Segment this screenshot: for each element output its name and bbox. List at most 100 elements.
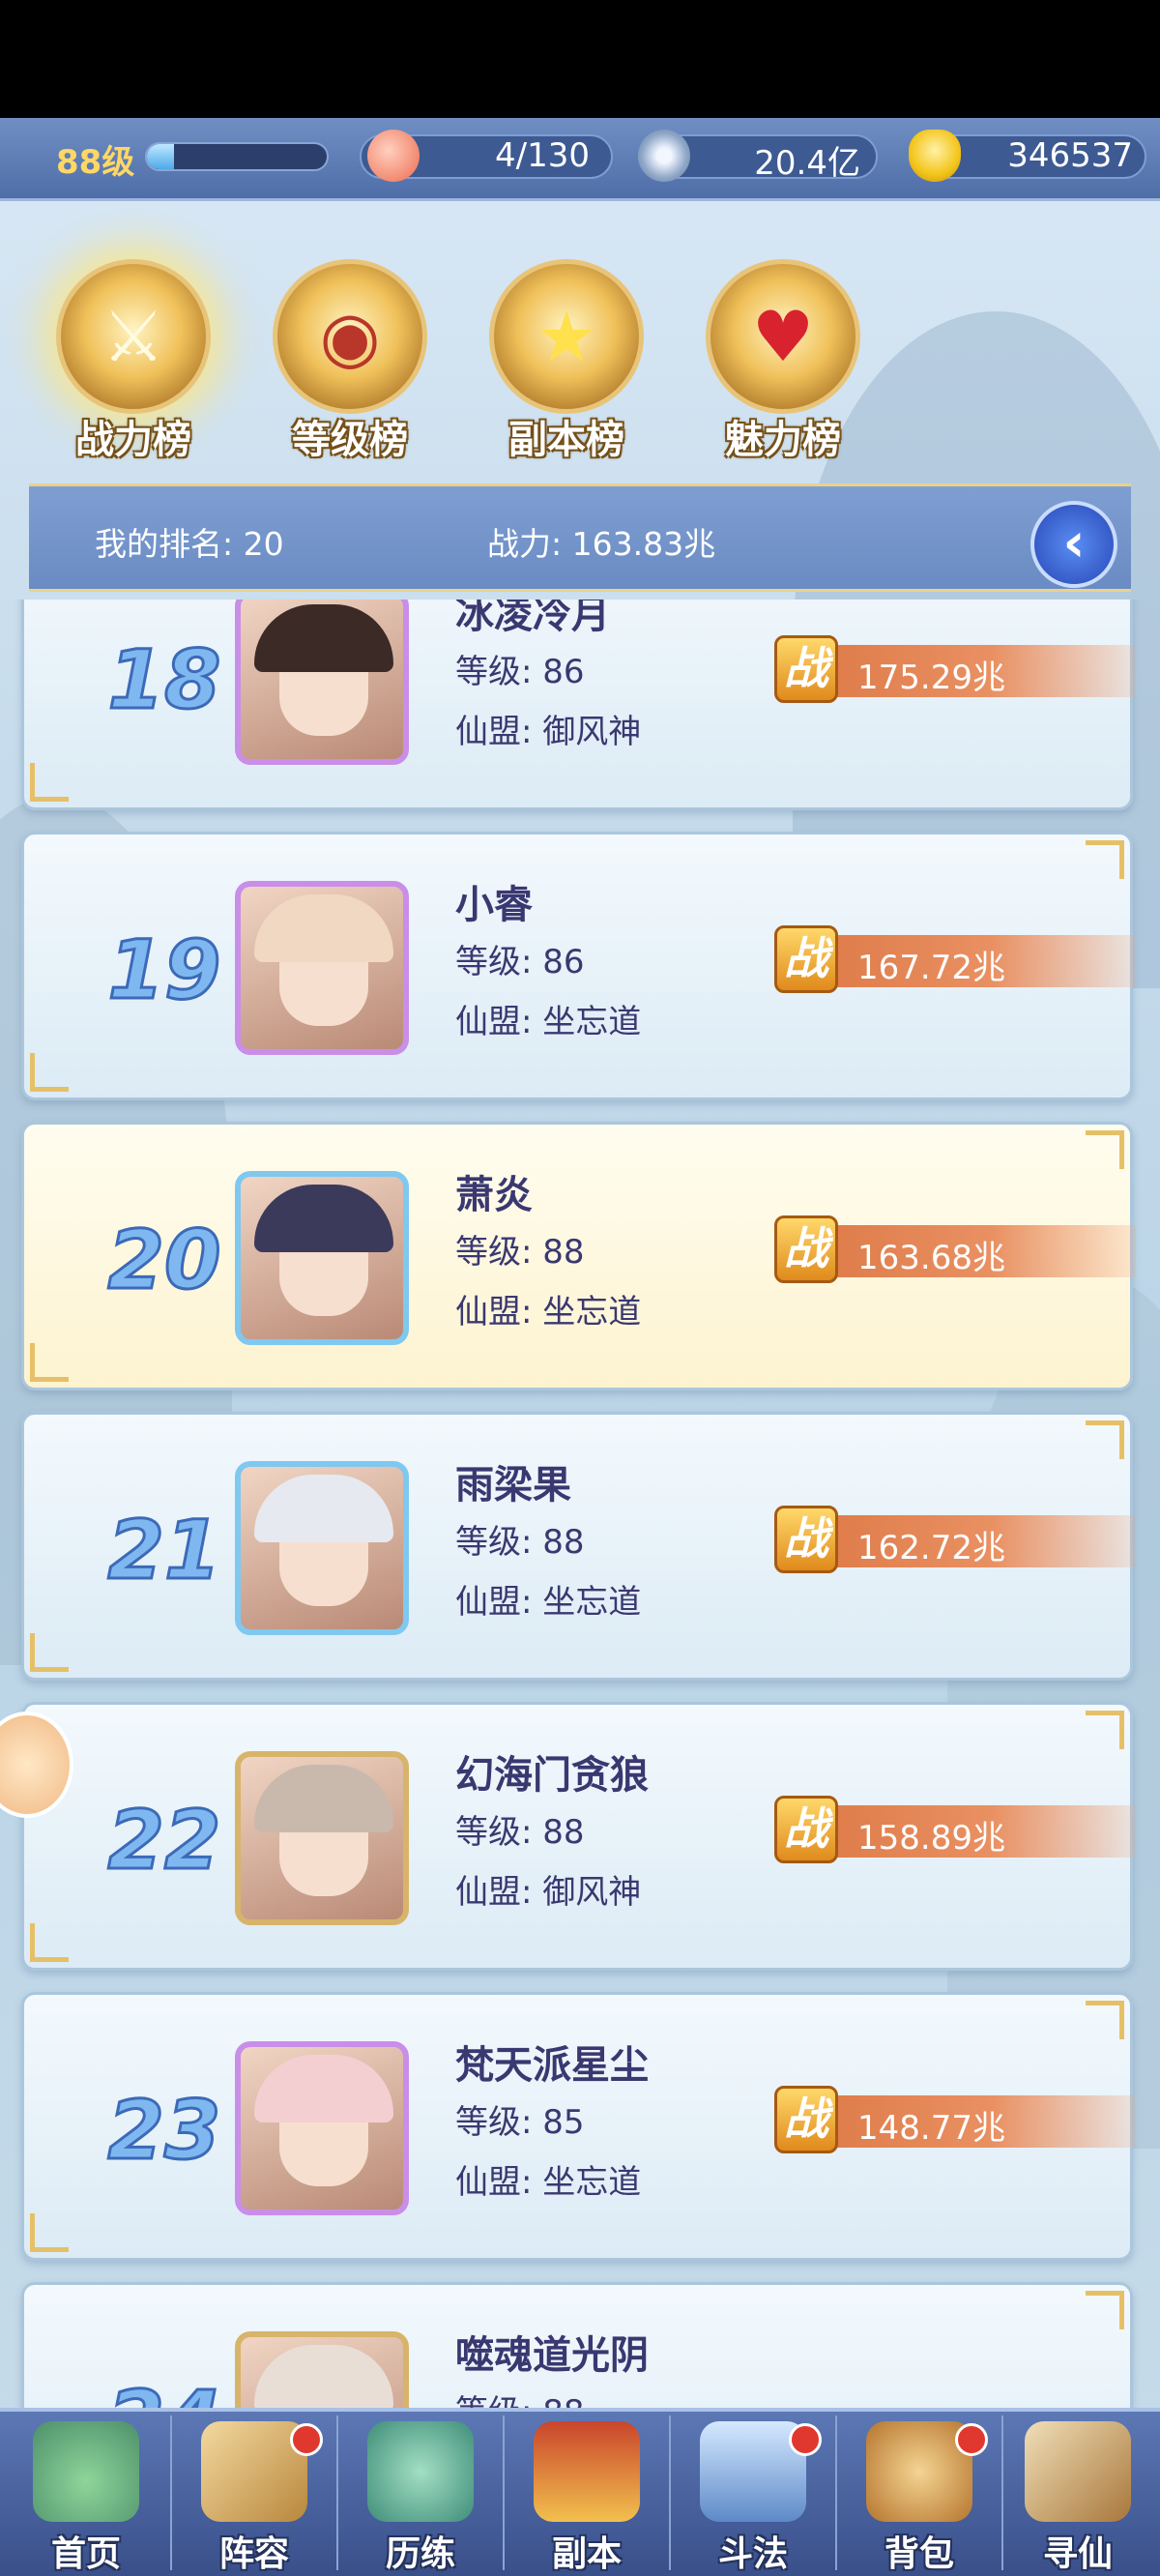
avatar-hair	[254, 894, 393, 962]
tab-power[interactable]: ⚔ 战力榜	[37, 242, 230, 462]
tab-label: 战力榜	[75, 418, 191, 462]
corner-ornament	[30, 1633, 69, 1672]
player-name: 梵天派星尘	[455, 2043, 649, 2088]
player-level: 等级: 86	[455, 943, 585, 981]
nav-label: 副本	[551, 2534, 622, 2574]
back-button[interactable]: ‹	[1030, 501, 1117, 588]
avatar-hair	[254, 1475, 393, 1542]
player-level: 等级: 86	[455, 653, 585, 691]
player-level: 等级: 88	[455, 2386, 585, 2408]
peach-icon	[367, 130, 420, 182]
corner-ornament	[30, 2213, 69, 2252]
player-guild: 仙盟: 御风神	[455, 713, 642, 751]
battle-icon: 战	[774, 2086, 838, 2153]
drum-glyph: ◉	[319, 296, 381, 377]
tab-charm[interactable]: ♥ 魅力榜	[686, 242, 880, 462]
sword-glyph: ⚔	[102, 296, 165, 377]
avatar	[235, 2041, 409, 2215]
avatar	[235, 881, 409, 1055]
nav-label: 寻仙	[1042, 2534, 1113, 2574]
nav-label: 斗法	[717, 2534, 788, 2574]
nav-dungeon[interactable]: 副本	[505, 2412, 669, 2576]
power-value: 148.77兆	[857, 2109, 1005, 2148]
player-level: 等级: 88	[455, 1233, 585, 1272]
leaderboard-tabs: ⚔ 战力榜 ◉ 等级榜 ★ 副本榜 ♥ 魅力榜	[0, 222, 1160, 462]
player-level: 等级: 85	[455, 2103, 585, 2142]
stamina-value: 4/130	[495, 136, 590, 175]
star-glyph: ★	[535, 296, 598, 377]
tab-label: 副本榜	[508, 418, 624, 462]
player-level: 等级: 88	[455, 1523, 585, 1562]
power-value: 167.72兆	[857, 949, 1005, 987]
xp-bar-fill	[147, 144, 174, 169]
list-item[interactable]: 19 小睿 等级: 86 仙盟: 坐忘道 战 167.72兆	[21, 832, 1136, 1100]
rank-number: 24	[82, 2372, 246, 2409]
player-guild: 仙盟: 坐忘道	[455, 1583, 642, 1622]
nav-lineup[interactable]: 阵容	[172, 2412, 336, 2576]
corner-ornament	[1086, 1420, 1124, 1459]
list-item[interactable]: 22 幻海门贪狼 等级: 88 仙盟: 御风神 战 158.89兆	[21, 1702, 1136, 1971]
avatar	[235, 1751, 409, 1925]
list-item[interactable]: 23 梵天派星尘 等级: 85 仙盟: 坐忘道 战 148.77兆	[21, 1992, 1136, 2261]
player-name: 冰凌冷月	[455, 600, 610, 637]
rank-number: 18	[106, 631, 222, 729]
coin-value: 20.4亿	[754, 144, 860, 183]
tab-dungeon[interactable]: ★ 副本榜	[470, 242, 663, 462]
player-guild: 仙盟: 坐忘道	[455, 1293, 642, 1332]
my-power-text: 战力: 163.83兆	[487, 525, 716, 563]
corner-ornament	[30, 763, 69, 802]
list-item-self[interactable]: 20 萧炎 等级: 88 仙盟: 坐忘道 战 163.68兆	[21, 1122, 1136, 1390]
avatar	[235, 2331, 409, 2408]
corner-ornament	[30, 1343, 69, 1382]
battle-icon: 战	[774, 635, 838, 703]
power-value: 163.68兆	[857, 1239, 1005, 1277]
avatar	[235, 1461, 409, 1635]
corner-ornament	[1086, 1130, 1124, 1169]
power-value: 175.29兆	[857, 659, 1005, 697]
corner-ornament	[30, 1923, 69, 1962]
battle-icon: 战	[774, 925, 838, 993]
player-name: 噬魂道光阴	[455, 2333, 649, 2378]
player-name: 小睿	[455, 883, 533, 927]
tab-label: 魅力榜	[725, 418, 841, 462]
list-item[interactable]: 18 冰凌冷月 等级: 86 仙盟: 御风神 战 175.29兆	[21, 600, 1136, 810]
nav-home[interactable]: 首页	[4, 2412, 168, 2576]
corner-ornament	[1086, 1711, 1124, 1749]
player-name: 雨梁果	[455, 1463, 571, 1508]
avatar	[235, 1171, 409, 1345]
heart-glyph: ♥	[751, 296, 815, 377]
battle-icon: 战	[774, 1796, 838, 1863]
nav-training[interactable]: 历练	[338, 2412, 503, 2576]
corner-ornament	[30, 1053, 69, 1092]
nav-duel[interactable]: 斗法	[671, 2412, 835, 2576]
gold-ingot-icon	[909, 130, 961, 182]
list-item[interactable]: 24 噬魂道光阴 等级: 88	[21, 2282, 1133, 2408]
floating-island-icon	[33, 2421, 139, 2522]
nav-seek-immortal[interactable]: 寻仙	[996, 2412, 1160, 2576]
corner-ornament	[1086, 840, 1124, 879]
tab-level[interactable]: ◉ 等级榜	[253, 242, 447, 462]
nav-bag[interactable]: 背包	[837, 2412, 1001, 2576]
nav-label: 历练	[385, 2534, 455, 2574]
corner-ornament	[1086, 2001, 1124, 2039]
notification-dot	[789, 2423, 822, 2456]
list-item[interactable]: 21 雨梁果 等级: 88 仙盟: 坐忘道 战 162.72兆	[21, 1412, 1136, 1681]
avatar-hair	[254, 2345, 393, 2408]
status-bar	[0, 0, 1160, 118]
nav-label: 首页	[50, 2534, 121, 2574]
tab-label: 等级榜	[292, 418, 408, 462]
scroll-icon	[1025, 2421, 1131, 2522]
xp-bar	[145, 142, 329, 171]
nav-label: 阵容	[218, 2534, 289, 2574]
player-guild: 仙盟: 坐忘道	[455, 2163, 642, 2202]
corner-ornament	[1086, 2291, 1124, 2329]
gourd-icon	[367, 2421, 474, 2522]
player-name: 幻海门贪狼	[455, 1753, 649, 1798]
ranking-list[interactable]: 18 冰凌冷月 等级: 86 仙盟: 御风神 战 175.29兆 19 小睿 等…	[0, 600, 1160, 2408]
player-name: 萧炎	[455, 1173, 533, 1217]
power-value: 158.89兆	[857, 1819, 1005, 1858]
avatar-hair	[254, 1185, 393, 1252]
my-rank-text: 我的排名: 20	[95, 525, 284, 563]
rank-number: 22	[106, 1792, 222, 1889]
avatar-hair	[254, 604, 393, 672]
